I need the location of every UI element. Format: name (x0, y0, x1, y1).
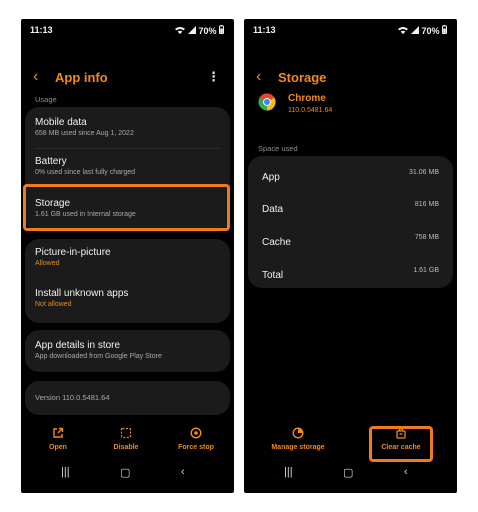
app-version: 110.0.5481.64 (288, 107, 333, 114)
battery-item[interactable]: Battery 0% used since last fully charged (35, 156, 220, 176)
usage-section-label: Usage (35, 95, 57, 104)
battery-icon (442, 25, 447, 34)
page-title: Storage (278, 70, 327, 85)
wifi-icon (398, 27, 409, 34)
force-stop-label: Force stop (178, 444, 214, 451)
home-icon[interactable]: ▢ (343, 466, 353, 479)
status-time: 11:13 (30, 25, 53, 35)
install-unknown-apps-title: Install unknown apps (35, 288, 129, 299)
battery-subtitle: 0% used since last fully charged (35, 169, 135, 176)
storage-row-label: Data (262, 204, 284, 215)
storage-highlight-frame (23, 184, 230, 231)
more-options-icon[interactable]: ⋮ (207, 67, 220, 87)
install-unknown-apps-item[interactable]: Install unknown apps Not allowed (35, 288, 220, 308)
storage-row-total: Total 1.61 GB (262, 265, 439, 283)
storage-row-data: Data 816 MB (262, 199, 439, 217)
storage-row-app: App 31.06 MB (262, 167, 439, 185)
force-stop-icon (190, 427, 202, 439)
picture-in-picture-title: Picture-in-picture (35, 247, 111, 258)
recents-icon[interactable]: ||| (61, 466, 70, 478)
status-icons: 70% (398, 25, 447, 36)
space-used-card: App 31.06 MB Data 816 MB Cache 758 MB To… (248, 156, 453, 288)
app-details-subtitle: App downloaded from Google Play Store (35, 353, 162, 360)
storage-row-label: Cache (262, 237, 291, 248)
app-info-screen: 11:13 70% ‹ App info ⋮ Usage Mobile data… (21, 19, 234, 493)
wifi-icon (175, 27, 186, 34)
open-icon (53, 427, 64, 438)
open-button[interactable]: Open (28, 427, 88, 451)
status-time: 11:13 (253, 25, 276, 35)
divider (35, 148, 220, 149)
storage-row-value: 816 MB (414, 201, 439, 208)
navigation-bar: ||| ▢ ‹ (244, 466, 457, 486)
manage-storage-button[interactable]: Manage storage (258, 427, 338, 451)
disable-label: Disable (113, 444, 139, 451)
force-stop-button[interactable]: Force stop (166, 427, 226, 451)
manage-storage-icon (292, 427, 304, 439)
app-name: Chrome (288, 93, 326, 104)
app-details-title: App details in store (35, 340, 121, 351)
permissions-card: Picture-in-picture Allowed Install unkno… (25, 239, 230, 323)
disable-button[interactable]: Disable (96, 427, 156, 451)
signal-icon (187, 26, 196, 34)
back-icon[interactable]: ‹ (181, 466, 185, 478)
mobile-data-title: Mobile data (35, 117, 87, 128)
manage-storage-label: Manage storage (271, 444, 325, 451)
battery-title: Battery (35, 156, 67, 167)
back-arrow-icon[interactable]: ‹ (256, 67, 261, 87)
battery-icon (219, 25, 224, 34)
status-bar: 11:13 70% (21, 19, 234, 41)
storage-row-value: 31.06 MB (409, 169, 439, 176)
storage-row-label: Total (262, 270, 284, 281)
navigation-bar: ||| ▢ ‹ (21, 466, 234, 486)
action-bar: Open Disable Force stop (21, 427, 234, 459)
picture-in-picture-status: Allowed (35, 260, 60, 267)
back-arrow-icon[interactable]: ‹ (33, 67, 38, 87)
picture-in-picture-item[interactable]: Picture-in-picture Allowed (35, 247, 220, 267)
app-bar: ‹ Storage (244, 67, 457, 91)
storage-row-cache: Cache 758 MB (262, 232, 439, 250)
app-details-in-store-item[interactable]: App details in store App downloaded from… (35, 340, 220, 360)
disable-icon (120, 427, 132, 439)
mobile-data-item[interactable]: Mobile data 658 MB used since Aug 1, 202… (35, 117, 220, 137)
battery-level: 70% (198, 26, 217, 36)
storage-row-label: App (262, 172, 280, 183)
back-icon[interactable]: ‹ (404, 466, 408, 478)
page-title: App info (55, 70, 108, 85)
clear-cache-highlight-frame (369, 426, 433, 462)
version-text: Version 110.0.5481.64 (35, 393, 110, 402)
install-unknown-apps-status: Not allowed (35, 301, 72, 308)
app-bar: ‹ App info ⋮ (21, 67, 234, 91)
open-label: Open (49, 444, 67, 451)
battery-level: 70% (421, 26, 440, 36)
status-icons: 70% (175, 25, 224, 36)
version-card: Version 110.0.5481.64 (25, 381, 230, 415)
home-icon[interactable]: ▢ (120, 466, 130, 479)
chrome-logo-icon (258, 93, 276, 111)
space-used-section-label: Space used (258, 144, 298, 153)
store-card: App details in store App downloaded from… (25, 330, 230, 372)
signal-icon (410, 26, 419, 34)
mobile-data-subtitle: 658 MB used since Aug 1, 2022 (35, 130, 134, 137)
storage-row-value: 758 MB (414, 234, 439, 241)
recents-icon[interactable]: ||| (284, 466, 293, 478)
storage-row-value: 1.61 GB (413, 267, 439, 274)
status-bar: 11:13 70% (244, 19, 457, 41)
storage-screen: 11:13 70% ‹ Storage Chrome 110.0.5481.64… (244, 19, 457, 493)
